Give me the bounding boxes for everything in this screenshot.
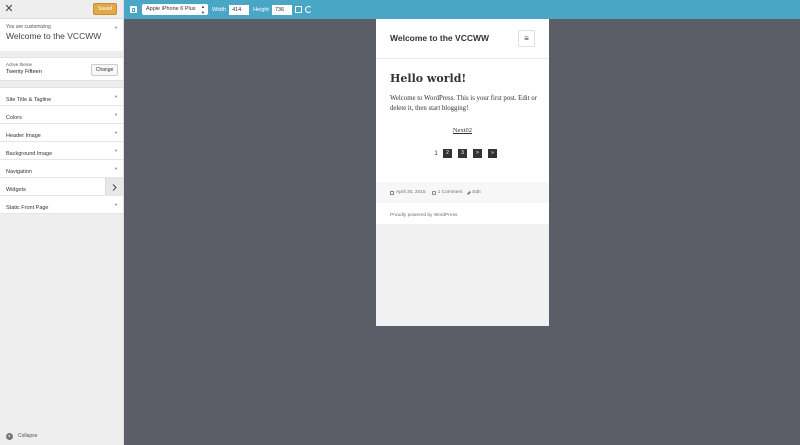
width-label: Width: [212, 6, 227, 13]
comments-count: 1 Comment: [437, 190, 463, 195]
edit-label: Edit: [472, 190, 481, 195]
pagination-page-2[interactable]: 2: [443, 149, 452, 158]
collapse-arrow-icon: [6, 432, 13, 440]
section-label: Site Title & Tagline: [6, 97, 52, 103]
section-static-front-page[interactable]: Static Front Page ▼: [0, 196, 123, 214]
sidebar-header: ✕ Saved: [0, 0, 123, 19]
rotate-icon[interactable]: [294, 6, 302, 13]
pagination-next-button[interactable]: >: [473, 149, 482, 158]
section-label: Background Image: [6, 151, 53, 157]
post-title-link[interactable]: Hello world!: [390, 59, 535, 85]
device-preview-toolbar: Apple iPhone 6 Plus ▲ ▼ Width 414 Height …: [124, 0, 800, 19]
pencil-icon: [467, 190, 472, 195]
post-article: Hello world! Welcome to WordPress. This …: [376, 59, 549, 182]
width-input[interactable]: 414: [229, 4, 250, 15]
customizer-sections: Site Title & Tagline ▼ Colors ▼ Header I…: [0, 87, 123, 214]
section-label: Colors: [6, 115, 22, 121]
site-footer: Proudly powered by WordPress: [376, 203, 549, 224]
device-toggle-icon[interactable]: [130, 6, 137, 13]
site-name: Welcome to the VCCWW: [6, 31, 102, 41]
pagination: 1 2 3 > »: [432, 149, 503, 158]
section-background-image[interactable]: Background Image ▼: [0, 142, 123, 160]
close-icon: ✕: [4, 3, 14, 15]
pagination-last-button[interactable]: »: [488, 149, 497, 158]
close-customizer-button[interactable]: ✕: [0, 0, 18, 18]
select-arrows-icon: ▲ ▼: [201, 4, 205, 15]
chevron-right-icon: [112, 184, 117, 191]
edit-link[interactable]: Edit: [467, 190, 481, 195]
caret-down-icon: ▼: [114, 148, 118, 153]
caret-down-icon: ▼: [114, 166, 118, 171]
site-header: Welcome to the VCCWW ≡: [376, 19, 549, 59]
device-preview-frame: Welcome to the VCCWW ≡ Hello world! Welc…: [376, 19, 549, 326]
section-colors[interactable]: Colors ▼: [0, 106, 123, 124]
post-meta: April 30, 2015 1 Comment Edit: [376, 182, 549, 203]
collapse-sidebar-button[interactable]: Collapse: [6, 431, 37, 441]
height-input[interactable]: 736: [271, 4, 292, 15]
section-widgets[interactable]: Widgets: [0, 178, 123, 196]
customizing-label: You are customizing: [6, 24, 51, 30]
section-navigation[interactable]: Navigation ▼: [0, 160, 123, 178]
customizer-info: You are customizing Welcome to the VCCWW…: [0, 19, 123, 51]
customizer-sidebar: ✕ Saved You are customizing Welcome to t…: [0, 0, 124, 445]
caret-down-icon: ▼: [114, 94, 118, 99]
calendar-icon: [390, 190, 394, 195]
section-label: Navigation: [6, 169, 32, 175]
refresh-icon[interactable]: [304, 6, 312, 13]
pagination-page-3[interactable]: 3: [458, 149, 467, 158]
collapse-label: Collapse: [18, 433, 38, 439]
post-date-link[interactable]: April 30, 2015: [390, 190, 426, 195]
section-label: Header Image: [6, 133, 41, 139]
device-select[interactable]: Apple iPhone 6 Plus ▲ ▼: [142, 4, 208, 15]
next-page-link[interactable]: Next02: [376, 127, 549, 134]
caret-down-icon: ▼: [114, 112, 118, 117]
post-date: April 30, 2015: [396, 190, 426, 195]
saved-button[interactable]: Saved: [93, 3, 117, 15]
menu-icon: ≡: [524, 34, 529, 43]
section-label: Widgets: [6, 187, 26, 193]
footer-credit-link[interactable]: Proudly powered by WordPress: [390, 213, 457, 218]
section-site-title-tagline[interactable]: Site Title & Tagline ▼: [0, 88, 123, 106]
comments-link[interactable]: 1 Comment: [431, 190, 463, 195]
height-label: Height: [253, 6, 269, 13]
info-toggle-caret-icon[interactable]: ▼: [114, 25, 118, 30]
site-title-link[interactable]: Welcome to the VCCWW: [390, 33, 489, 43]
section-label: Static Front Page: [6, 205, 49, 211]
open-widgets-panel[interactable]: [105, 178, 123, 195]
caret-down-icon: ▼: [114, 202, 118, 207]
section-header-image[interactable]: Header Image ▼: [0, 124, 123, 142]
device-select-value: Apple iPhone 6 Plus: [146, 6, 196, 12]
comment-icon: [431, 190, 436, 195]
active-theme-panel: Active theme Twenty Fifteen Change: [0, 57, 123, 81]
post-content: Welcome to WordPress. This is your first…: [390, 95, 537, 112]
change-theme-button[interactable]: Change: [91, 64, 118, 76]
menu-toggle-button[interactable]: ≡: [518, 30, 535, 47]
pagination-current-page: 1: [434, 150, 438, 157]
caret-down-icon: ▼: [114, 130, 118, 135]
